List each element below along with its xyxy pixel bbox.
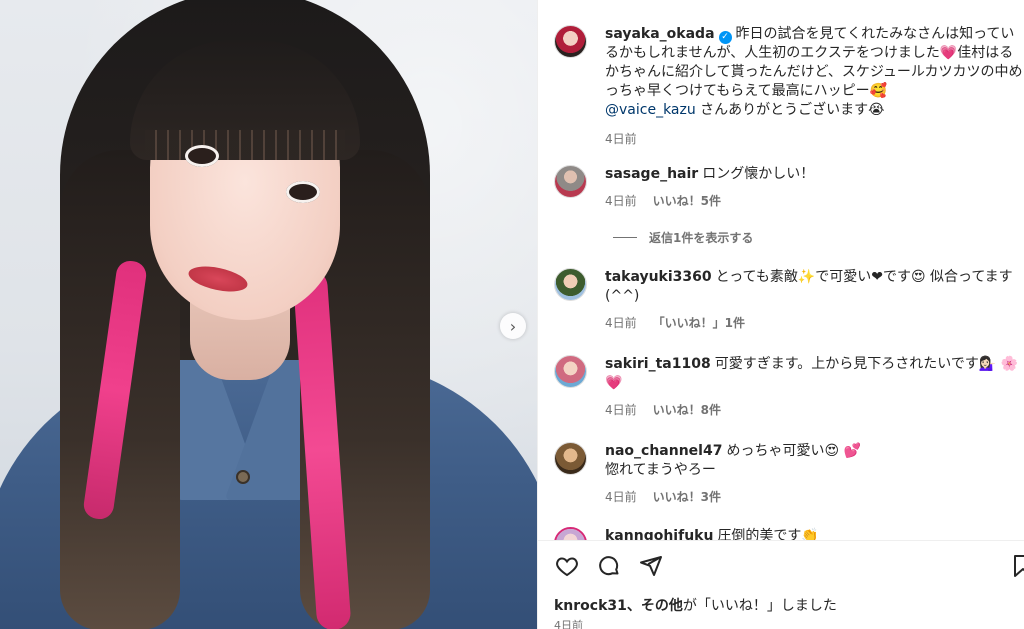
avatar[interactable] (554, 25, 587, 58)
chevron-right-icon[interactable]: › (500, 313, 526, 339)
comment-meta: 4日前 いいね！8件 (605, 401, 1024, 418)
post-timestamp[interactable]: 4日前 (554, 617, 583, 629)
timestamp[interactable]: 4日前 (605, 130, 637, 147)
comment-icon[interactable] (596, 553, 622, 579)
avatar[interactable] (554, 442, 587, 475)
comment-text: ロング懐かしい！ (702, 166, 815, 182)
post-photo[interactable]: › (0, 0, 537, 629)
liked-by: knrock31、その他が「いいね！」しました (554, 595, 837, 615)
comment-time[interactable]: 4日前 (605, 401, 637, 418)
comment-username[interactable]: nao_channel47 (605, 443, 722, 459)
action-icons (554, 553, 664, 579)
caption-username[interactable]: sayaka_okada (605, 26, 715, 42)
view-replies-button[interactable]: 返信1件を表示する (613, 229, 753, 246)
comments-pane: sayaka_okada ✓ 昨日の試合を見てくれたみなさんは知っているかもしれませ… (537, 0, 1024, 629)
caption-mention[interactable]: @vaice_kazu (605, 102, 696, 118)
bookmark-icon[interactable] (1010, 553, 1024, 579)
bangs-strands (145, 130, 345, 160)
comment-meta: 4日前 いいね！3件 (605, 488, 1024, 505)
comment-meta: 4日前 いいね！5件 (605, 192, 1024, 209)
comment-username[interactable]: kanngohifuku (605, 528, 713, 540)
avatar[interactable] (554, 165, 587, 198)
comment-time[interactable]: 4日前 (605, 192, 637, 209)
caption-text: sayaka_okada ✓ 昨日の試合を見てくれたみなさんは知っているかもしれませ… (605, 25, 1024, 120)
comment-username[interactable]: takayuki3360 (605, 269, 712, 285)
avatar[interactable] (554, 527, 587, 540)
action-bar: knrock31、その他が「いいね！」しました 4日前 (538, 540, 1024, 629)
caption-meta: 4日前 (605, 130, 1024, 147)
comment-likes[interactable]: いいね！5件 (653, 192, 721, 209)
comment-meta: 4日前 「いいね！」1件 (605, 314, 1024, 331)
comment-username[interactable]: sasage_hair (605, 166, 698, 182)
comment-username[interactable]: sakiri_ta1108 (605, 356, 711, 372)
share-icon[interactable] (638, 553, 664, 579)
shirt-button (236, 470, 250, 484)
eye-right (286, 181, 320, 203)
caption-tail: さんありがとうございます😭 (695, 102, 885, 118)
liked-by-user[interactable]: knrock31 (554, 598, 627, 614)
liked-by-others[interactable]: 、その他 (627, 598, 683, 614)
comment-text: 圧倒的美です👏 (717, 528, 819, 540)
comment-time[interactable]: 4日前 (605, 488, 637, 505)
heart-icon[interactable] (554, 553, 580, 579)
avatar[interactable] (554, 355, 587, 388)
eye-left (185, 145, 219, 167)
comment-likes[interactable]: いいね！8件 (653, 401, 721, 418)
liked-by-suffix: が「いいね！」しました (682, 598, 837, 614)
replies-divider (613, 237, 637, 238)
avatar[interactable] (554, 268, 587, 301)
comment-likes[interactable]: 「いいね！」1件 (653, 314, 745, 331)
verified-badge-icon: ✓ (718, 31, 732, 44)
view-replies-label: 返信1件を表示する (649, 231, 754, 245)
comment-likes[interactable]: いいね！3件 (653, 488, 721, 505)
comment-time[interactable]: 4日前 (605, 314, 637, 331)
comments-scroll[interactable]: sayaka_okada ✓ 昨日の試合を見てくれたみなさんは知っているかもしれませ… (538, 0, 1024, 540)
